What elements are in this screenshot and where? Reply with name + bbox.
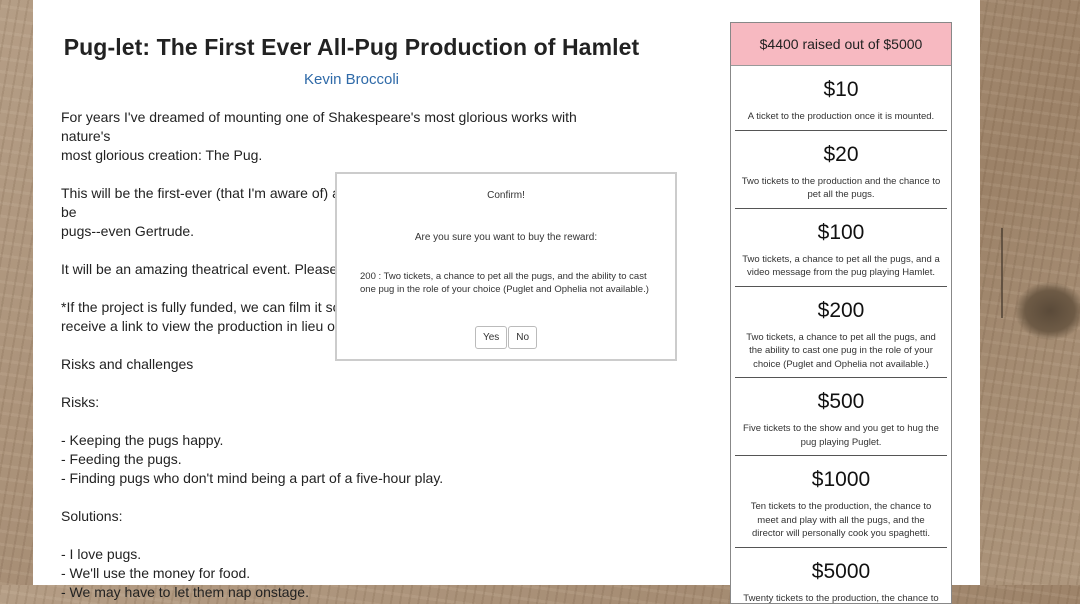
rewards-sidebar: $4400 raised out of $5000 $10 A ticket t… — [730, 22, 952, 604]
solutions-list: - I love pugs. - We'll use the money for… — [61, 545, 621, 602]
project-title: Pug-let: The First Ever All-Pug Producti… — [33, 34, 670, 61]
reward-amount: $100 — [735, 209, 947, 245]
reward-amount: $500 — [735, 378, 947, 414]
reward-description: Two tickets, a chance to pet all the pug… — [735, 245, 947, 286]
reward-5000[interactable]: $5000 Twenty tickets to the production, … — [735, 548, 947, 604]
background-bush — [1015, 282, 1080, 340]
reward-amount: $10 — [735, 66, 947, 102]
confirm-dialog: Confirm! Are you sure you want to buy th… — [335, 172, 677, 361]
reward-1000[interactable]: $1000 Ten tickets to the production, the… — [735, 456, 947, 548]
funding-status: $4400 raised out of $5000 — [731, 23, 951, 66]
reward-description: Twenty tickets to the production, the ch… — [735, 584, 947, 604]
reward-amount: $5000 — [735, 548, 947, 584]
reward-500[interactable]: $500 Five tickets to the show and you ge… — [735, 378, 947, 456]
dialog-buttons: Yes No — [337, 326, 675, 349]
no-button[interactable]: No — [508, 326, 537, 349]
yes-button[interactable]: Yes — [475, 326, 507, 349]
reward-20[interactable]: $20 Two tickets to the production and th… — [735, 131, 947, 209]
risks-label: Risks: — [61, 393, 621, 412]
reward-description: Two tickets to the production and the ch… — [735, 167, 947, 208]
dialog-question: Are you sure you want to buy the reward: — [337, 232, 675, 243]
story-paragraph-1: For years I've dreamed of mounting one o… — [61, 108, 621, 165]
reward-description: Two tickets, a chance to pet all the pug… — [735, 323, 947, 378]
dialog-reward-detail: 200 : Two tickets, a chance to pet all t… — [360, 270, 660, 296]
reward-200[interactable]: $200 Two tickets, a chance to pet all th… — [735, 287, 947, 379]
reward-description: A ticket to the production once it is mo… — [735, 102, 947, 130]
reward-100[interactable]: $100 Two tickets, a chance to pet all th… — [735, 209, 947, 287]
background-fence-post — [1001, 228, 1003, 318]
dialog-title: Confirm! — [337, 190, 675, 201]
reward-description: Ten tickets to the production, the chanc… — [735, 492, 947, 547]
reward-description: Five tickets to the show and you get to … — [735, 414, 947, 455]
solutions-label: Solutions: — [61, 507, 621, 526]
risks-list: - Keeping the pugs happy. - Feeding the … — [61, 431, 621, 488]
reward-10[interactable]: $10 A ticket to the production once it i… — [735, 66, 947, 131]
reward-amount: $20 — [735, 131, 947, 167]
reward-amount: $1000 — [735, 456, 947, 492]
author-link[interactable]: Kevin Broccoli — [33, 71, 670, 88]
reward-amount: $200 — [735, 287, 947, 323]
